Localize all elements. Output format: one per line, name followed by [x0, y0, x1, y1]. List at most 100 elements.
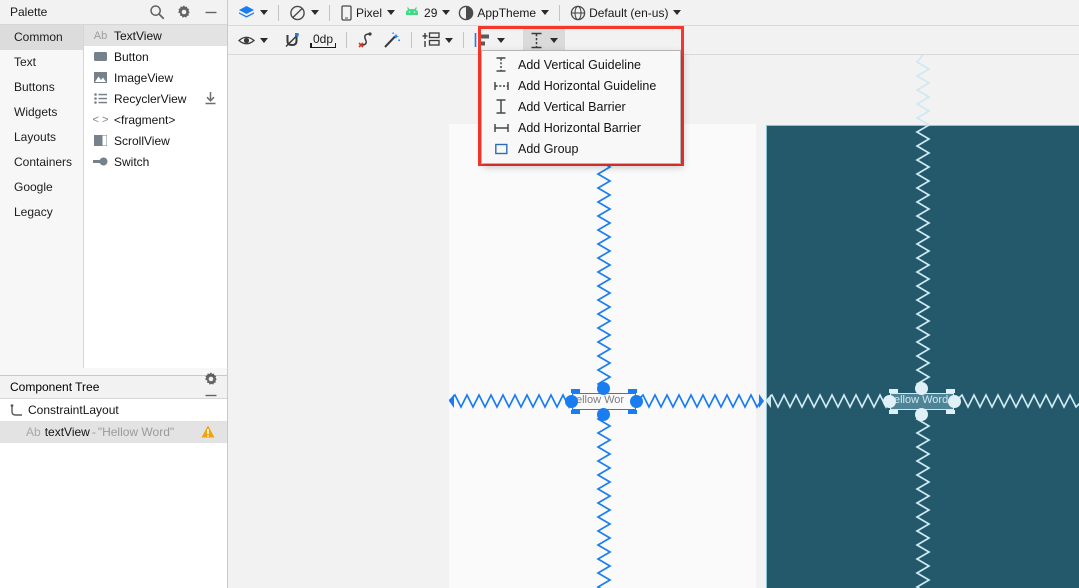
- gear-icon[interactable]: [203, 371, 219, 387]
- constraint-anchor-top[interactable]: [915, 382, 928, 395]
- resize-handle-bottom-right[interactable]: [946, 410, 955, 414]
- constraintlayout-icon: [10, 403, 23, 417]
- menu-item-label: Add Group: [518, 141, 579, 156]
- globe-icon: [570, 5, 586, 21]
- clear-constraints-button[interactable]: [353, 29, 379, 51]
- infer-constraints-button[interactable]: [379, 29, 405, 51]
- palette-item-label: RecyclerView: [114, 91, 187, 106]
- palette-item-textview[interactable]: Ab TextView: [84, 25, 227, 46]
- menu-item-add-group[interactable]: Add Group: [482, 138, 680, 159]
- default-margin-control[interactable]: 0dp: [306, 29, 340, 51]
- warning-icon[interactable]: [201, 425, 215, 438]
- minimize-icon[interactable]: [203, 4, 219, 20]
- toolbar-separator: [463, 32, 465, 48]
- widget-text-label: ellow Wor: [576, 394, 625, 406]
- constraint-spring-left-design: [449, 393, 572, 409]
- palette-item-label: Switch: [114, 154, 150, 169]
- left-panel: Palette Common Text Buttons Widgets Layo…: [0, 0, 228, 588]
- guidelines-dropdown-menu[interactable]: Add Vertical Guideline Add Horizontal Gu…: [481, 50, 681, 164]
- palette-category-containers[interactable]: Containers: [0, 150, 83, 175]
- resize-handle-top-left[interactable]: [571, 389, 580, 393]
- constraint-anchor-right[interactable]: [948, 395, 961, 408]
- design-mode-selector[interactable]: [234, 2, 272, 24]
- textview-icon: Ab: [93, 29, 108, 42]
- menu-item-add-horizontal-guideline[interactable]: Add Horizontal Guideline: [482, 75, 680, 96]
- component-tree-body: ConstraintLayout Ab textView - "Hellow W…: [0, 399, 227, 588]
- resize-handle-bottom-left[interactable]: [571, 410, 580, 414]
- device-selector[interactable]: Pixel: [336, 2, 399, 24]
- palette-category-list: Common Text Buttons Widgets Layouts Cont…: [0, 25, 84, 368]
- palette-item-switch[interactable]: Switch: [84, 151, 227, 172]
- textview-widget-blueprint[interactable]: ellow Word: [883, 382, 961, 421]
- fragment-icon: < >: [92, 113, 109, 126]
- clear-constraints-icon: [357, 31, 375, 49]
- download-icon[interactable]: [204, 91, 217, 105]
- tree-node-value: "Hellow Word": [97, 425, 175, 439]
- phone-icon: [340, 4, 353, 21]
- palette-category-widgets[interactable]: Widgets: [0, 100, 83, 125]
- group-icon: [490, 143, 512, 155]
- constraint-spring-bottom-blueprint: [915, 412, 931, 588]
- guidelines-button[interactable]: [523, 28, 566, 52]
- align-button[interactable]: [470, 29, 509, 51]
- button-icon: [92, 52, 109, 61]
- locale-selector[interactable]: Default (en-us): [566, 2, 685, 24]
- textview-widget-design[interactable]: ellow Wor: [565, 382, 643, 421]
- chevron-down-icon: [673, 10, 682, 15]
- resize-handle-bottom-right[interactable]: [628, 410, 637, 414]
- pack-icon: [422, 32, 440, 48]
- resize-handle-top-right[interactable]: [946, 389, 955, 393]
- horizontal-guideline-icon: [490, 80, 512, 92]
- constraint-anchor-left[interactable]: [565, 395, 578, 408]
- tree-row-constraintlayout[interactable]: ConstraintLayout: [0, 399, 227, 421]
- view-options-button[interactable]: [234, 29, 272, 51]
- tree-row-textview[interactable]: Ab textView - "Hellow Word": [0, 421, 227, 443]
- toolbar-separator: [346, 32, 348, 48]
- pack-button[interactable]: [418, 29, 457, 51]
- textview-icon: Ab: [26, 425, 41, 439]
- android-icon: [403, 6, 421, 19]
- chevron-down-icon: [550, 37, 559, 43]
- palette-item-recyclerview[interactable]: RecyclerView: [84, 88, 227, 109]
- gear-icon[interactable]: [176, 4, 192, 20]
- menu-item-add-vertical-barrier[interactable]: Add Vertical Barrier: [482, 96, 680, 117]
- constraint-anchor-right[interactable]: [630, 395, 643, 408]
- search-icon[interactable]: [149, 4, 165, 20]
- theme-icon: [458, 5, 474, 21]
- palette-item-list: Ab TextView Button ImageView RecyclerVie…: [84, 25, 227, 368]
- palette-item-button[interactable]: Button: [84, 46, 227, 67]
- imageview-icon: [92, 72, 109, 83]
- resize-handle-top-left[interactable]: [889, 389, 898, 393]
- palette-item-label: ScrollView: [114, 133, 170, 148]
- recyclerview-icon: [92, 93, 109, 104]
- palette-item-imageview[interactable]: ImageView: [84, 67, 227, 88]
- palette-item-fragment[interactable]: < > <fragment>: [84, 109, 227, 130]
- toolbar-separator: [559, 4, 561, 21]
- orientation-selector[interactable]: [285, 2, 323, 24]
- palette-item-scrollview[interactable]: ScrollView: [84, 130, 227, 151]
- tree-node-separator: -: [91, 425, 96, 439]
- palette-category-legacy[interactable]: Legacy: [0, 200, 83, 225]
- palette-category-text[interactable]: Text: [0, 50, 83, 75]
- palette-category-google[interactable]: Google: [0, 175, 83, 200]
- autoconnect-toggle[interactable]: [280, 29, 306, 51]
- magnet-off-icon: [284, 32, 302, 49]
- palette-category-layouts[interactable]: Layouts: [0, 125, 83, 150]
- constraint-anchor-top[interactable]: [597, 382, 610, 395]
- resize-handle-bottom-left[interactable]: [889, 410, 898, 414]
- constraint-anchor-bottom[interactable]: [915, 408, 928, 421]
- api-level-selector[interactable]: 29: [399, 2, 454, 24]
- vertical-guideline-icon: [490, 57, 512, 72]
- menu-item-add-horizontal-barrier[interactable]: Add Horizontal Barrier: [482, 117, 680, 138]
- eye-icon: [238, 34, 255, 47]
- palette-category-common[interactable]: Common: [0, 25, 83, 50]
- toolbar-separator: [278, 4, 279, 21]
- resize-handle-top-right[interactable]: [628, 389, 637, 393]
- chevron-down-icon: [260, 10, 268, 15]
- theme-selector[interactable]: AppTheme: [454, 2, 553, 24]
- menu-item-add-vertical-guideline[interactable]: Add Vertical Guideline: [482, 54, 680, 75]
- horizontal-barrier-icon: [490, 122, 512, 134]
- palette-category-buttons[interactable]: Buttons: [0, 75, 83, 100]
- constraint-anchor-bottom[interactable]: [597, 408, 610, 421]
- constraint-anchor-left[interactable]: [883, 395, 896, 408]
